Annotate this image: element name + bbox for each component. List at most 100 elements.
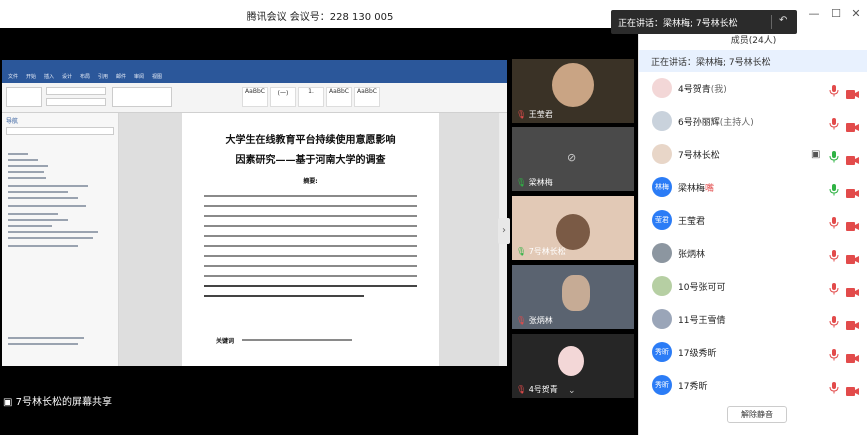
member-name-text: 6号孙丽辉 bbox=[678, 118, 720, 128]
avatar bbox=[652, 111, 672, 131]
nav-heading bbox=[8, 197, 78, 199]
video-tile[interactable]: 🎙 王莹君 bbox=[512, 59, 634, 123]
camera-icon[interactable] bbox=[846, 315, 859, 330]
text-line bbox=[204, 225, 417, 227]
video-tile[interactable]: ⊘ 🎙 梁林梅 bbox=[512, 127, 634, 191]
text-line bbox=[204, 235, 417, 237]
nav-heading bbox=[8, 171, 44, 173]
member-row[interactable]: 张炳林 bbox=[639, 238, 867, 271]
text-line bbox=[204, 215, 417, 217]
nav-heading bbox=[8, 185, 88, 187]
nav-heading bbox=[8, 337, 84, 339]
camera-icon[interactable] bbox=[846, 183, 859, 198]
member-row[interactable]: 6号孙丽辉(主持人) bbox=[639, 106, 867, 139]
nav-heading bbox=[8, 153, 28, 155]
participant-video bbox=[562, 275, 590, 311]
camera-icon[interactable] bbox=[846, 216, 859, 231]
text-line bbox=[204, 285, 417, 287]
mic-muted-icon[interactable] bbox=[829, 82, 839, 97]
mic-muted-icon[interactable] bbox=[829, 379, 839, 394]
member-name: 6号孙丽辉(主持人) bbox=[678, 115, 754, 128]
mic-muted-icon: 🎙 bbox=[516, 316, 527, 325]
toast-divider bbox=[771, 15, 772, 29]
mic-muted-icon: 🎙 bbox=[516, 385, 527, 394]
ribbon-tab: 开始 bbox=[26, 74, 37, 80]
ribbon-tab: 布局 bbox=[80, 74, 91, 80]
tile-name: 🎙 王莹君 bbox=[516, 110, 553, 119]
member-row[interactable]: 11号王雪倩 bbox=[639, 304, 867, 337]
nav-heading bbox=[8, 343, 78, 345]
nav-heading bbox=[8, 205, 86, 207]
camera-icon[interactable] bbox=[846, 150, 859, 165]
camera-icon[interactable] bbox=[846, 117, 859, 132]
speaking-text: 正在讲话：梁林梅; 7号林长松 bbox=[651, 58, 771, 68]
member-row[interactable]: 10号张可可 bbox=[639, 271, 867, 304]
member-name-text: 张炳林 bbox=[678, 250, 706, 260]
mic-on-icon[interactable] bbox=[829, 148, 839, 163]
expand-video-panel-button[interactable]: › bbox=[498, 218, 510, 244]
text-line bbox=[242, 339, 352, 341]
document-page: 大学生在线教育平台持续使用意愿影响 因素研究——基于河南大学的调查 摘要: 关键… bbox=[182, 113, 439, 366]
mic-muted-icon[interactable] bbox=[829, 313, 839, 328]
close-icon[interactable]: ✕ bbox=[848, 6, 864, 22]
keywords-label: 关键词 bbox=[216, 338, 235, 345]
member-row[interactable]: 林梅 梁林梅嘴 bbox=[639, 172, 867, 205]
avatar: 莹君 bbox=[652, 210, 672, 230]
unmute-all-button[interactable]: 解除静音 bbox=[727, 406, 787, 423]
member-name: 张炳林 bbox=[678, 247, 705, 260]
screen-share-icon: ▣ bbox=[3, 397, 13, 408]
video-tile[interactable]: 🎙 张炳林 bbox=[512, 265, 634, 329]
text-line bbox=[204, 245, 417, 247]
nav-title: 导航 bbox=[6, 118, 19, 125]
member-name: 7号林长松 bbox=[678, 148, 720, 161]
avatar bbox=[652, 144, 672, 164]
member-name-text: 4号贺青 bbox=[678, 85, 711, 95]
style-item: AaBbC bbox=[326, 87, 352, 107]
nav-heading bbox=[8, 177, 46, 179]
share-label: ▣ 7号林长松的屏幕共享 bbox=[3, 393, 112, 408]
word-ribbon: AaBbC (一) 1. AaBbC AaBbC bbox=[2, 83, 507, 113]
mic-muted-icon[interactable] bbox=[829, 280, 839, 295]
chevron-down-icon[interactable]: ⌄ bbox=[568, 386, 576, 396]
doc-title-line1: 大学生在线教育平台持续使用意愿影响 bbox=[225, 135, 396, 146]
camera-icon[interactable] bbox=[846, 348, 859, 363]
member-row[interactable]: 秀昕 17级秀昕 bbox=[639, 337, 867, 370]
ribbon-tab: 文件 bbox=[8, 74, 19, 80]
member-row[interactable]: 秀昕 17秀昕 bbox=[639, 370, 867, 403]
camera-icon[interactable] bbox=[846, 381, 859, 396]
style-item: AaBbC bbox=[242, 87, 268, 107]
mic-muted-icon[interactable] bbox=[829, 346, 839, 361]
camera-icon[interactable] bbox=[846, 282, 859, 297]
member-row[interactable]: 莹君 王莹君 bbox=[639, 205, 867, 238]
abstract-label: 摘要: bbox=[303, 178, 318, 185]
maximize-icon[interactable]: ☐ bbox=[828, 6, 844, 22]
minimize-icon[interactable]: — bbox=[806, 6, 822, 22]
member-row[interactable]: 4号贺青(我) bbox=[639, 73, 867, 106]
member-name: 4号贺青(我) bbox=[678, 82, 727, 95]
camera-icon[interactable] bbox=[846, 249, 859, 264]
nav-heading bbox=[8, 237, 93, 239]
mic-muted-icon[interactable] bbox=[829, 247, 839, 262]
speaking-toast: 正在讲话：梁林梅; 7号林长松 ↶ bbox=[611, 10, 797, 34]
camera-off-icon: ⊘ bbox=[567, 151, 577, 164]
member-row[interactable]: 7号林长松 ▣ bbox=[639, 139, 867, 172]
participant-video bbox=[556, 214, 590, 250]
mic-on-icon: 🎙 bbox=[516, 247, 527, 256]
ribbon-tab: 设计 bbox=[62, 74, 73, 80]
video-tile[interactable]: 🎙 7号林长松 bbox=[512, 196, 634, 260]
doc-title-line2: 因素研究——基于河南大学的调查 bbox=[235, 155, 386, 166]
mic-on-icon[interactable] bbox=[829, 181, 839, 196]
undo-icon[interactable]: ↶ bbox=[779, 15, 787, 26]
ribbon-tab: 审阅 bbox=[134, 74, 145, 80]
mic-muted-icon[interactable] bbox=[829, 115, 839, 130]
nav-heading bbox=[8, 159, 38, 161]
camera-icon[interactable] bbox=[846, 84, 859, 99]
video-tile[interactable]: ⌄ 🎙 4号贺青 bbox=[512, 334, 634, 398]
nav-search-box bbox=[6, 127, 114, 135]
member-count-header: 成员(24人) bbox=[730, 36, 777, 46]
member-name-text: 梁林梅 bbox=[678, 184, 706, 194]
navigation-pane: 导航 bbox=[2, 113, 119, 366]
mic-muted-icon[interactable] bbox=[829, 214, 839, 229]
speaking-banner: 正在讲话：梁林梅; 7号林长松 bbox=[639, 50, 867, 72]
text-line bbox=[204, 195, 417, 197]
